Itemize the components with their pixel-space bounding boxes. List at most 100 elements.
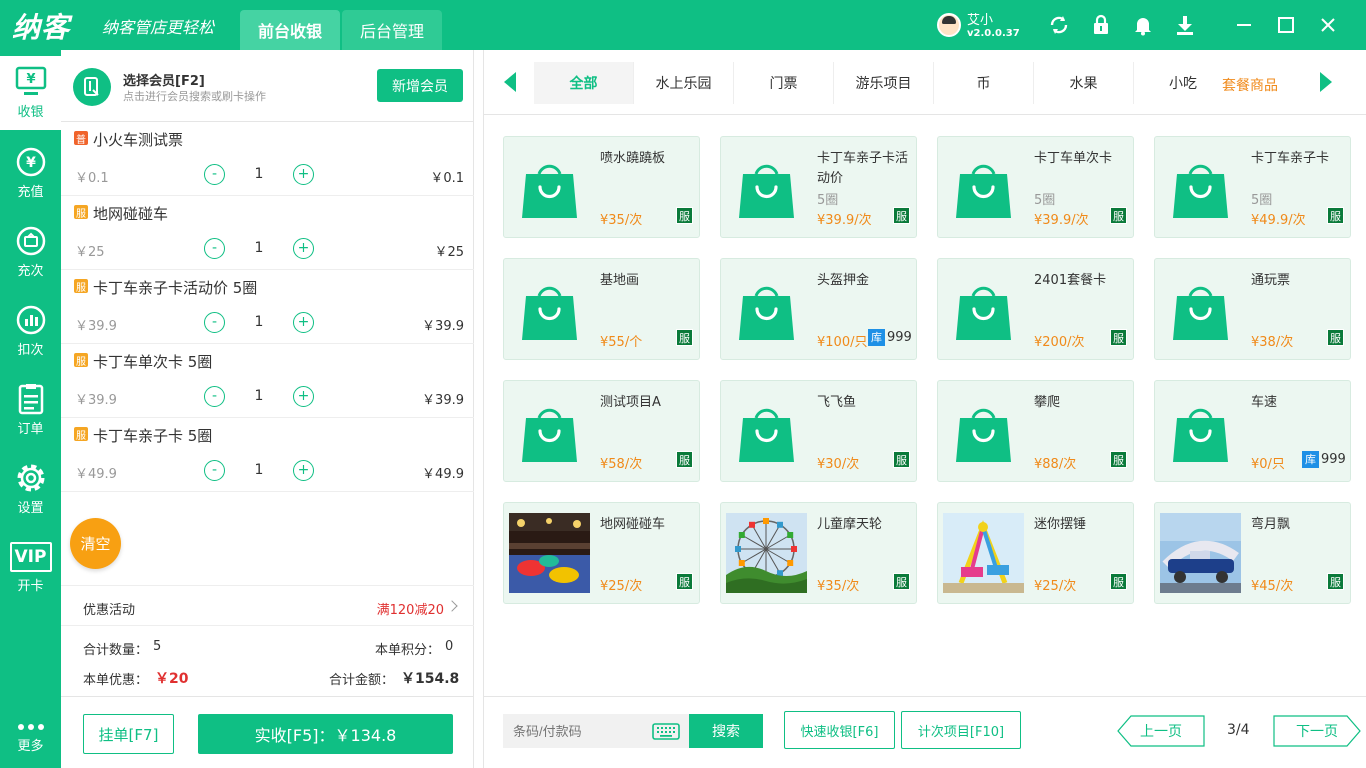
cart-item-total: ￥49.9 (422, 467, 464, 482)
user-avatar[interactable] (937, 13, 961, 37)
increase-qty-button[interactable]: + (293, 164, 314, 185)
svg-text:¥: ¥ (26, 155, 36, 171)
product-card[interactable]: 2401套餐卡 ¥200/次 服 (937, 258, 1134, 360)
sidebar-item-more[interactable]: 更多 (0, 708, 61, 768)
product-card[interactable]: 迷你摆锤 ¥25/次 服 (937, 502, 1134, 604)
clear-cart-button[interactable]: 清空 (70, 518, 121, 569)
product-image (1160, 147, 1241, 227)
category-tab[interactable]: 全部 (534, 62, 634, 104)
product-card[interactable]: 通玩票 ¥38/次 服 (1154, 258, 1351, 360)
vip-card-icon: VIP (9, 542, 52, 572)
cart-item-qty[interactable]: 1 (251, 166, 267, 182)
cart-item[interactable]: 服地网碰碰车 ￥25 - 1 + ￥25 (61, 196, 474, 270)
category-tab[interactable]: 游乐项目 (834, 62, 934, 104)
quick-checkout-button[interactable]: 快速收银[F6] (784, 711, 895, 749)
category-prev-arrow-icon[interactable] (504, 72, 516, 92)
add-member-button[interactable]: 新增会员 (377, 69, 463, 102)
cart-item-qty[interactable]: 1 (251, 314, 267, 330)
service-badge: 服 (1110, 451, 1127, 468)
top-bar: 纳客 纳客管店更轻松 前台收银 后台管理 艾小 v2.0.0.37 (0, 0, 1366, 50)
sidebar-item-cashier[interactable]: ¥ 收银 (0, 56, 61, 130)
category-tab[interactable]: 小吃 (1134, 62, 1234, 104)
lock-icon[interactable] (1089, 13, 1113, 37)
service-badge: 服 (1327, 573, 1344, 590)
increase-qty-button[interactable]: + (293, 238, 314, 259)
product-card[interactable]: 喷水蹺蹺板 ¥35/次 服 (503, 136, 700, 238)
product-image (943, 147, 1024, 227)
decrease-qty-button[interactable]: - (204, 460, 225, 481)
close-icon[interactable] (1316, 13, 1340, 37)
cart-item-total: ￥39.9 (422, 393, 464, 408)
count-items-button[interactable]: 计次项目[F10] (901, 711, 1021, 749)
cart-item-name: 小火车测试票 (93, 131, 184, 149)
search-button[interactable]: 搜索 (689, 714, 763, 748)
product-card[interactable]: 基地画 ¥55/个 服 (503, 258, 700, 360)
hang-order-button[interactable]: 挂单[F7] (83, 714, 174, 754)
category-tab[interactable]: 门票 (734, 62, 834, 104)
product-card[interactable]: 卡丁车亲子卡 5圈 ¥49.9/次 服 (1154, 136, 1351, 238)
cart-item-qty[interactable]: 1 (251, 462, 267, 478)
category-tab-package[interactable]: 套餐商品 (1222, 75, 1278, 95)
sidebar-item-recharge-times[interactable]: 充次 (0, 215, 61, 289)
increase-qty-button[interactable]: + (293, 460, 314, 481)
product-image (726, 147, 807, 227)
promotion-row[interactable]: 优惠活动 满120减20 (61, 585, 474, 626)
keyboard-icon[interactable] (652, 723, 680, 744)
product-card[interactable]: 车速 ¥0/只 库 999 (1154, 380, 1351, 482)
user-name[interactable]: 艾小 (967, 9, 993, 28)
product-spec: 5圈 (817, 193, 839, 208)
bell-icon[interactable] (1131, 13, 1155, 37)
decrease-qty-button[interactable]: - (204, 164, 225, 185)
sync-icon[interactable] (1047, 13, 1071, 37)
category-next-arrow-icon[interactable] (1320, 72, 1332, 92)
increase-qty-button[interactable]: + (293, 312, 314, 333)
next-page-button[interactable]: 下一页 (1273, 715, 1361, 747)
cart-item[interactable]: 服卡丁车亲子卡活动价 5圈 ￥39.9 - 1 + ￥39.9 (61, 270, 474, 344)
minimize-icon[interactable] (1232, 13, 1256, 37)
pay-button[interactable]: 实收[F5]：￥134.8 (198, 714, 453, 754)
category-tab[interactable]: 币 (934, 62, 1034, 104)
product-card[interactable]: 测试项目A ¥58/次 服 (503, 380, 700, 482)
cart-item-qty[interactable]: 1 (251, 388, 267, 404)
decrease-qty-button[interactable]: - (204, 238, 225, 259)
tab-back-management[interactable]: 后台管理 (342, 10, 442, 50)
product-card[interactable]: 头盔押金 ¥100/只库 999 (720, 258, 917, 360)
cart-panel: 选择会员[F2] 点击进行会员搜索或刷卡操作 新增会员 普小火车测试票 ￥0.1 -… (61, 50, 474, 768)
category-tab[interactable]: 水果 (1034, 62, 1134, 104)
cart-item[interactable]: 普小火车测试票 ￥0.1 - 1 + ￥0.1 (61, 122, 474, 196)
category-tab[interactable]: 水上乐园 (634, 62, 734, 104)
total-amount-label: 合计金额： (329, 673, 395, 688)
product-card[interactable]: 卡丁车单次卡 5圈 ¥39.9/次 服 (937, 136, 1134, 238)
cart-item-name: 地网碰碰车 (93, 205, 169, 223)
product-card[interactable]: 卡丁车亲子卡活动价 5圈 ¥39.9/次 服 (720, 136, 917, 238)
product-image (726, 391, 807, 471)
product-card[interactable]: 儿童摩天轮 ¥35/次 服 (720, 502, 917, 604)
product-spec: 5圈 (1034, 193, 1056, 208)
member-select-bar[interactable]: 选择会员[F2] 点击进行会员搜索或刷卡操作 新增会员 (61, 50, 474, 122)
prev-page-button[interactable]: 上一页 (1117, 715, 1205, 747)
increase-qty-button[interactable]: + (293, 386, 314, 407)
recharge-icon: ¥ (16, 147, 45, 177)
download-icon[interactable] (1173, 13, 1197, 37)
tab-front-cashier[interactable]: 前台收银 (240, 10, 340, 50)
sidebar-item-open-card[interactable]: VIP 开卡 (0, 531, 61, 605)
member-select-title[interactable]: 选择会员[F2] (123, 70, 205, 89)
decrease-qty-button[interactable]: - (204, 312, 225, 333)
cart-item[interactable]: 服卡丁车单次卡 5圈 ￥39.9 - 1 + ￥39.9 (61, 344, 474, 418)
cart-item-qty[interactable]: 1 (251, 240, 267, 256)
sidebar-item-orders[interactable]: 订单 (0, 373, 61, 447)
sidebar-item-deduct[interactable]: 扣次 (0, 294, 61, 368)
decrease-qty-button[interactable]: - (204, 386, 225, 407)
sidebar-item-label: 订单 (17, 422, 44, 437)
product-card[interactable]: 弯月飘 ¥45/次 服 (1154, 502, 1351, 604)
product-name: 车速 (1251, 395, 1278, 410)
product-image (726, 269, 807, 349)
product-card[interactable]: 飞飞鱼 ¥30/次 服 (720, 380, 917, 482)
sidebar-item-settings[interactable]: 设置 (0, 452, 61, 526)
service-badge: 服 (676, 451, 693, 468)
maximize-icon[interactable] (1274, 13, 1298, 37)
product-card[interactable]: 地网碰碰车 ¥25/次 服 (503, 502, 700, 604)
sidebar-item-recharge[interactable]: ¥ 充值 (0, 136, 61, 210)
product-card[interactable]: 攀爬 ¥88/次 服 (937, 380, 1134, 482)
cart-item[interactable]: 服卡丁车亲子卡 5圈 ￥49.9 - 1 + ￥49.9 (61, 418, 474, 492)
